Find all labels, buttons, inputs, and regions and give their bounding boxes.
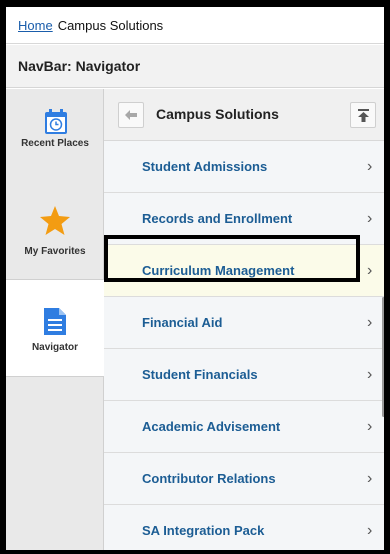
list-item-label: Contributor Relations [142, 471, 276, 486]
chevron-right-icon: › [367, 210, 373, 227]
breadcrumb: Home Campus Solutions [6, 7, 384, 44]
arrow-left-icon [125, 110, 137, 120]
list-item[interactable]: Financial Aid › [104, 297, 384, 349]
navigator-list: Student Admissions › Records and Enrollm… [104, 141, 384, 550]
sidebar-item-my-favorites[interactable]: My Favorites [6, 184, 104, 279]
sidebar-item-label: Recent Places [21, 138, 89, 149]
list-item-label: Academic Advisement [142, 419, 281, 434]
calendar-clock-icon [45, 109, 67, 134]
list-item[interactable]: Student Admissions › [104, 141, 384, 193]
list-item[interactable]: Academic Advisement › [104, 401, 384, 453]
home-link[interactable]: Home [18, 18, 53, 33]
navbar-sidebar: Recent Places My Favorites Navigator [6, 89, 104, 550]
scroll-to-top-button[interactable] [350, 102, 376, 128]
navigator-content: Campus Solutions Student Admissions › Re… [104, 89, 384, 550]
navbar-title: NavBar: Navigator [18, 58, 141, 74]
list-item-label: Student Financials [142, 367, 258, 382]
list-item-label: Records and Enrollment [142, 211, 293, 226]
navbar-header: NavBar: Navigator [6, 45, 384, 88]
list-item[interactable]: SA Integration Pack › [104, 505, 384, 550]
highlight-callout-box [104, 235, 360, 282]
breadcrumb-current: Campus Solutions [57, 17, 164, 33]
document-icon [44, 308, 66, 335]
chevron-right-icon: › [367, 158, 373, 175]
arrow-to-top-icon [358, 109, 369, 122]
list-item[interactable]: Student Financials › [104, 349, 384, 401]
chevron-right-icon: › [367, 470, 373, 487]
scrollbar[interactable] [382, 297, 384, 417]
sidebar-item-label: Navigator [31, 342, 79, 353]
chevron-right-icon: › [367, 314, 373, 331]
sidebar-item-recent-places[interactable]: Recent Places [6, 89, 104, 184]
chevron-right-icon: › [367, 262, 373, 279]
list-item-label: Financial Aid [142, 315, 223, 330]
sidebar-item-navigator[interactable]: Navigator [6, 279, 104, 377]
star-icon [40, 206, 70, 235]
chevron-right-icon: › [367, 366, 373, 383]
navigator-header: Campus Solutions [104, 89, 384, 141]
list-item[interactable]: Contributor Relations › [104, 453, 384, 505]
sidebar-item-label: My Favorites [24, 246, 86, 257]
list-item-label: SA Integration Pack [142, 523, 265, 538]
chevron-right-icon: › [367, 418, 373, 435]
list-item-label: Student Admissions [142, 159, 268, 174]
navigator-title: Campus Solutions [156, 106, 279, 122]
back-button[interactable] [118, 102, 144, 128]
chevron-right-icon: › [367, 522, 373, 539]
